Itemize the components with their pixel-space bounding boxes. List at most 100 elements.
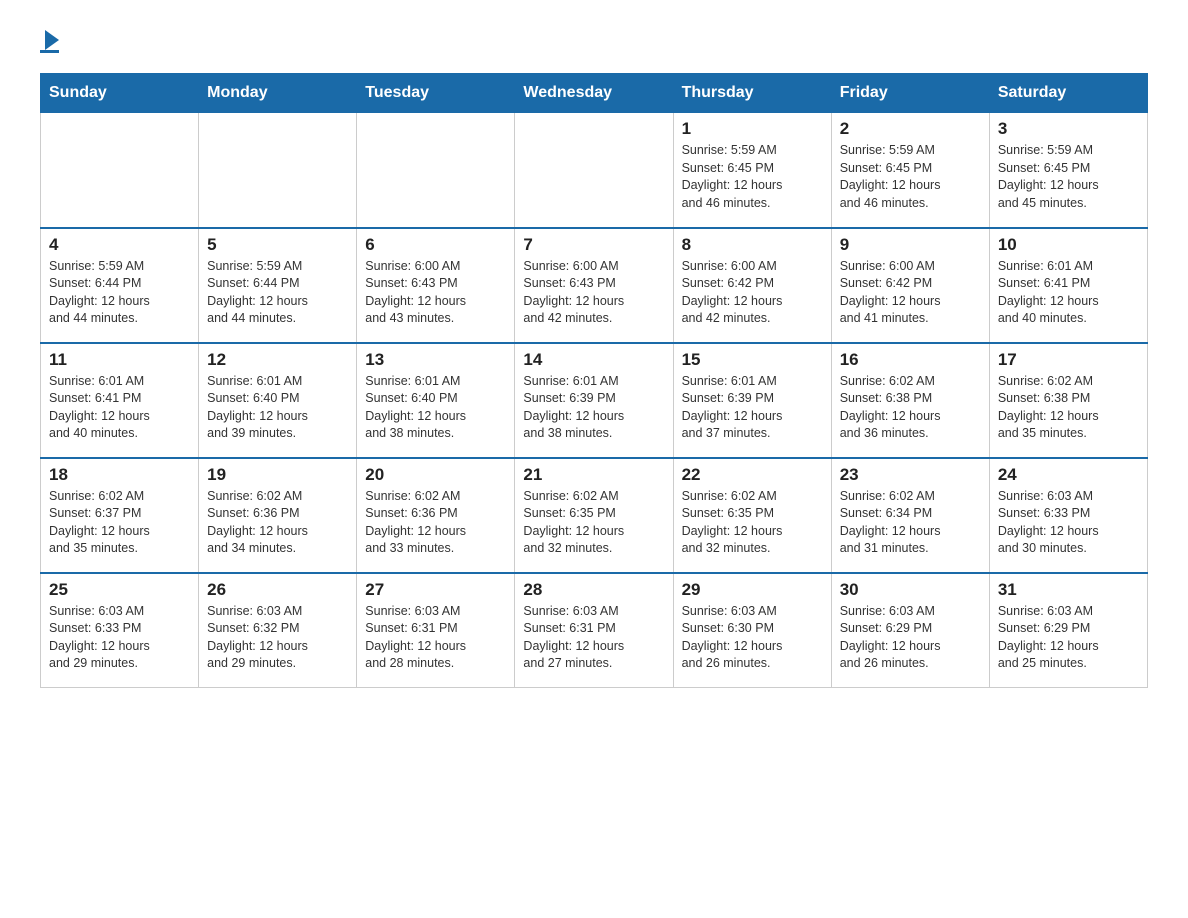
day-number: 7 (523, 235, 664, 255)
day-number: 8 (682, 235, 823, 255)
day-info: Sunrise: 5:59 AM Sunset: 6:44 PM Dayligh… (207, 258, 348, 328)
day-number: 10 (998, 235, 1139, 255)
day-cell: 10 Sunrise: 6:01 AM Sunset: 6:41 PM Dayli… (989, 228, 1147, 343)
day-number: 22 (682, 465, 823, 485)
column-header-wednesday: Wednesday (515, 74, 673, 113)
day-number: 16 (840, 350, 981, 370)
day-cell: 12 Sunrise: 6:01 AM Sunset: 6:40 PM Dayli… (199, 343, 357, 458)
day-info: Sunrise: 6:03 AM Sunset: 6:33 PM Dayligh… (998, 488, 1139, 558)
day-cell: 25 Sunrise: 6:03 AM Sunset: 6:33 PM Dayli… (41, 573, 199, 688)
day-info: Sunrise: 6:02 AM Sunset: 6:36 PM Dayligh… (365, 488, 506, 558)
logo-line1 (40, 30, 59, 52)
calendar-table: SundayMondayTuesdayWednesdayThursdayFrid… (40, 73, 1148, 688)
day-cell: 18 Sunrise: 6:02 AM Sunset: 6:37 PM Dayli… (41, 458, 199, 573)
day-number: 6 (365, 235, 506, 255)
day-info: Sunrise: 6:01 AM Sunset: 6:41 PM Dayligh… (49, 373, 190, 443)
day-info: Sunrise: 6:02 AM Sunset: 6:35 PM Dayligh… (523, 488, 664, 558)
day-number: 18 (49, 465, 190, 485)
week-row-5: 25 Sunrise: 6:03 AM Sunset: 6:33 PM Dayli… (41, 573, 1148, 688)
day-number: 14 (523, 350, 664, 370)
day-cell: 11 Sunrise: 6:01 AM Sunset: 6:41 PM Dayli… (41, 343, 199, 458)
day-number: 3 (998, 119, 1139, 139)
day-info: Sunrise: 6:02 AM Sunset: 6:37 PM Dayligh… (49, 488, 190, 558)
day-info: Sunrise: 6:03 AM Sunset: 6:32 PM Dayligh… (207, 603, 348, 673)
day-cell: 29Sunrise: 6:03 AM Sunset: 6:30 PM Dayli… (673, 573, 831, 688)
day-info: Sunrise: 6:03 AM Sunset: 6:31 PM Dayligh… (523, 603, 664, 673)
day-cell: 27Sunrise: 6:03 AM Sunset: 6:31 PM Dayli… (357, 573, 515, 688)
day-number: 21 (523, 465, 664, 485)
day-number: 19 (207, 465, 348, 485)
day-cell: 14 Sunrise: 6:01 AM Sunset: 6:39 PM Dayli… (515, 343, 673, 458)
day-info: Sunrise: 6:01 AM Sunset: 6:39 PM Dayligh… (523, 373, 664, 443)
day-cell: 7 Sunrise: 6:00 AM Sunset: 6:43 PM Daylig… (515, 228, 673, 343)
day-cell: 19 Sunrise: 6:02 AM Sunset: 6:36 PM Dayli… (199, 458, 357, 573)
day-cell: 4 Sunrise: 5:59 AM Sunset: 6:44 PM Daylig… (41, 228, 199, 343)
day-info: Sunrise: 6:00 AM Sunset: 6:43 PM Dayligh… (523, 258, 664, 328)
day-cell: 21 Sunrise: 6:02 AM Sunset: 6:35 PM Dayli… (515, 458, 673, 573)
day-number: 24 (998, 465, 1139, 485)
day-number: 15 (682, 350, 823, 370)
day-info: Sunrise: 5:59 AM Sunset: 6:45 PM Dayligh… (682, 142, 823, 212)
day-info: Sunrise: 6:01 AM Sunset: 6:41 PM Dayligh… (998, 258, 1139, 328)
day-cell: 28 Sunrise: 6:03 AM Sunset: 6:31 PM Dayli… (515, 573, 673, 688)
logo-arrow-icon (45, 30, 59, 50)
column-header-monday: Monday (199, 74, 357, 113)
day-number: 17 (998, 350, 1139, 370)
day-cell: 5 Sunrise: 5:59 AM Sunset: 6:44 PM Daylig… (199, 228, 357, 343)
day-cell: 17 Sunrise: 6:02 AM Sunset: 6:38 PM Dayli… (989, 343, 1147, 458)
day-number: 27 (365, 580, 506, 600)
day-info: Sunrise: 6:02 AM Sunset: 6:38 PM Dayligh… (998, 373, 1139, 443)
week-row-2: 4 Sunrise: 5:59 AM Sunset: 6:44 PM Daylig… (41, 228, 1148, 343)
day-cell: 31 Sunrise: 6:03 AM Sunset: 6:29 PM Dayli… (989, 573, 1147, 688)
day-cell: 13Sunrise: 6:01 AM Sunset: 6:40 PM Dayli… (357, 343, 515, 458)
day-info: Sunrise: 6:01 AM Sunset: 6:40 PM Dayligh… (207, 373, 348, 443)
day-number: 5 (207, 235, 348, 255)
day-number: 28 (523, 580, 664, 600)
week-row-4: 18 Sunrise: 6:02 AM Sunset: 6:37 PM Dayli… (41, 458, 1148, 573)
day-cell: 3 Sunrise: 5:59 AM Sunset: 6:45 PM Daylig… (989, 113, 1147, 228)
day-info: Sunrise: 6:01 AM Sunset: 6:39 PM Dayligh… (682, 373, 823, 443)
day-cell: 1 Sunrise: 5:59 AM Sunset: 6:45 PM Daylig… (673, 113, 831, 228)
day-cell: 20Sunrise: 6:02 AM Sunset: 6:36 PM Dayli… (357, 458, 515, 573)
day-info: Sunrise: 6:03 AM Sunset: 6:29 PM Dayligh… (998, 603, 1139, 673)
day-info: Sunrise: 6:00 AM Sunset: 6:42 PM Dayligh… (840, 258, 981, 328)
day-info: Sunrise: 6:02 AM Sunset: 6:38 PM Dayligh… (840, 373, 981, 443)
day-cell: 9 Sunrise: 6:00 AM Sunset: 6:42 PM Daylig… (831, 228, 989, 343)
day-number: 25 (49, 580, 190, 600)
day-number: 13 (365, 350, 506, 370)
day-number: 1 (682, 119, 823, 139)
day-cell: 2 Sunrise: 5:59 AM Sunset: 6:45 PM Daylig… (831, 113, 989, 228)
column-header-tuesday: Tuesday (357, 74, 515, 113)
day-info: Sunrise: 5:59 AM Sunset: 6:45 PM Dayligh… (840, 142, 981, 212)
day-info: Sunrise: 6:02 AM Sunset: 6:36 PM Dayligh… (207, 488, 348, 558)
day-number: 2 (840, 119, 981, 139)
day-number: 9 (840, 235, 981, 255)
day-info: Sunrise: 6:00 AM Sunset: 6:42 PM Dayligh… (682, 258, 823, 328)
day-number: 11 (49, 350, 190, 370)
day-number: 12 (207, 350, 348, 370)
column-header-saturday: Saturday (989, 74, 1147, 113)
day-cell: 16 Sunrise: 6:02 AM Sunset: 6:38 PM Dayli… (831, 343, 989, 458)
day-cell (515, 113, 673, 228)
week-row-1: 1 Sunrise: 5:59 AM Sunset: 6:45 PM Daylig… (41, 113, 1148, 228)
column-header-sunday: Sunday (41, 74, 199, 113)
calendar-header-row: SundayMondayTuesdayWednesdayThursdayFrid… (41, 74, 1148, 113)
week-row-3: 11 Sunrise: 6:01 AM Sunset: 6:41 PM Dayli… (41, 343, 1148, 458)
day-info: Sunrise: 6:02 AM Sunset: 6:34 PM Dayligh… (840, 488, 981, 558)
day-number: 4 (49, 235, 190, 255)
day-info: Sunrise: 6:03 AM Sunset: 6:33 PM Dayligh… (49, 603, 190, 673)
day-info: Sunrise: 5:59 AM Sunset: 6:44 PM Dayligh… (49, 258, 190, 328)
day-cell (199, 113, 357, 228)
day-info: Sunrise: 6:03 AM Sunset: 6:30 PM Dayligh… (682, 603, 823, 673)
logo (40, 30, 59, 53)
day-info: Sunrise: 6:02 AM Sunset: 6:35 PM Dayligh… (682, 488, 823, 558)
day-info: Sunrise: 6:03 AM Sunset: 6:29 PM Dayligh… (840, 603, 981, 673)
day-number: 31 (998, 580, 1139, 600)
day-cell: 23 Sunrise: 6:02 AM Sunset: 6:34 PM Dayli… (831, 458, 989, 573)
column-header-friday: Friday (831, 74, 989, 113)
day-info: Sunrise: 5:59 AM Sunset: 6:45 PM Dayligh… (998, 142, 1139, 212)
day-number: 23 (840, 465, 981, 485)
page-header (40, 30, 1148, 53)
day-number: 26 (207, 580, 348, 600)
day-cell: 8 Sunrise: 6:00 AM Sunset: 6:42 PM Daylig… (673, 228, 831, 343)
